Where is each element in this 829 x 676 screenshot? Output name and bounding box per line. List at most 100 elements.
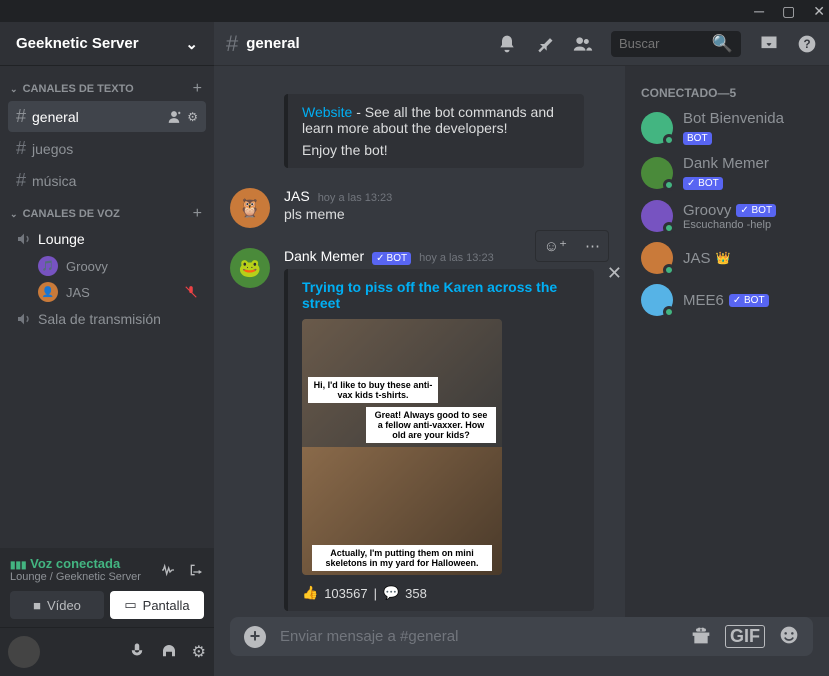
gift-icon[interactable] bbox=[691, 625, 711, 648]
avatar[interactable]: 🦉 bbox=[230, 188, 270, 228]
status-indicator bbox=[663, 306, 675, 318]
category-header-text[interactable]: ⌄ CANALES DE TEXTO + bbox=[8, 72, 206, 100]
window-maximize[interactable]: ▢ bbox=[782, 3, 795, 20]
avatar bbox=[641, 200, 673, 232]
avatar bbox=[641, 157, 673, 189]
disconnect-icon[interactable] bbox=[188, 562, 204, 578]
add-channel-button[interactable]: + bbox=[193, 205, 202, 223]
status-indicator bbox=[663, 134, 675, 146]
gear-icon[interactable]: ⚙ bbox=[192, 642, 206, 662]
search-icon: 🔍 bbox=[712, 34, 733, 54]
voice-connected-status: ▮▮▮ Voz conectada bbox=[10, 556, 141, 571]
avatar[interactable] bbox=[8, 636, 40, 668]
website-link[interactable]: Website bbox=[302, 104, 352, 120]
user-panel: ⚙ bbox=[0, 628, 214, 676]
message: Website - See all the bot commands and l… bbox=[214, 86, 625, 172]
speaker-icon bbox=[16, 231, 32, 247]
members-icon[interactable] bbox=[573, 34, 593, 54]
window-close[interactable]: ✕ bbox=[813, 3, 825, 20]
member-row[interactable]: Groovy ✓ BOT Escuchando -help bbox=[633, 196, 821, 236]
member-name: MEE6 ✓ BOT bbox=[683, 292, 769, 309]
help-icon[interactable]: ? bbox=[797, 34, 817, 54]
hash-icon: # bbox=[16, 106, 26, 127]
chevron-down-icon: ⌄ bbox=[185, 35, 198, 53]
create-invite-icon[interactable] bbox=[167, 110, 181, 124]
channel-general[interactable]: # general ⚙ bbox=[8, 101, 206, 132]
voice-status-panel: ▮▮▮ Voz conectada Lounge / Geeknetic Ser… bbox=[0, 548, 214, 628]
avatar: 👤 bbox=[38, 282, 58, 302]
bot-badge: ✓ BOT bbox=[372, 252, 411, 265]
add-reaction-icon[interactable]: ☺⁺ bbox=[538, 233, 573, 259]
member-activity: Escuchando -help bbox=[683, 219, 776, 231]
channel-musica[interactable]: # música bbox=[8, 165, 206, 196]
close-icon[interactable]: ✕ bbox=[607, 263, 622, 284]
video-button[interactable]: ■ Vídeo bbox=[10, 591, 104, 619]
embed: Website - See all the bot commands and l… bbox=[284, 94, 584, 168]
avatar[interactable]: 🐸 bbox=[230, 248, 270, 288]
channel-name: general bbox=[246, 35, 299, 52]
channels-sidebar: Geeknetic Server ⌄ ⌄ CANALES DE TEXTO + … bbox=[0, 22, 214, 676]
member-row[interactable]: MEE6 ✓ BOT bbox=[633, 280, 821, 320]
channel-list: ⌄ CANALES DE TEXTO + # general ⚙ # juego… bbox=[0, 66, 214, 548]
member-row[interactable]: Dank Memer ✓ BOT bbox=[633, 151, 821, 194]
message-timestamp: hoy a las 13:23 bbox=[318, 192, 393, 204]
attach-button[interactable]: + bbox=[244, 626, 266, 648]
message: ☺⁺ ⋯ 🐸 Dank Memer ✓ BOT hoy a las 13:23 … bbox=[214, 244, 625, 615]
screen-share-button[interactable]: ▭ Pantalla bbox=[110, 591, 204, 619]
gif-button[interactable]: GIF bbox=[725, 625, 765, 648]
chevron-down-icon: ⌄ bbox=[10, 84, 18, 94]
chevron-down-icon: ⌄ bbox=[10, 209, 18, 219]
window-titlebar: ─ ▢ ✕ bbox=[0, 0, 829, 22]
window-minimize[interactable]: ─ bbox=[754, 3, 764, 19]
status-indicator bbox=[663, 179, 675, 191]
status-indicator bbox=[663, 222, 675, 234]
bot-badge: ✓ BOT bbox=[683, 177, 723, 190]
search-input[interactable] bbox=[619, 36, 712, 51]
message: 🦉 JAS hoy a las 13:23 pls meme bbox=[214, 184, 625, 232]
message-text: pls meme bbox=[284, 206, 609, 222]
message-author[interactable]: Dank Memer bbox=[284, 248, 364, 264]
headphones-icon[interactable] bbox=[160, 642, 178, 662]
inbox-icon[interactable] bbox=[759, 34, 779, 54]
members-sidebar: CONECTADO—5 Bot Bienvenida BOT Dank Meme… bbox=[625, 66, 829, 617]
category-header-voice[interactable]: ⌄ CANALES DE VOZ + bbox=[8, 197, 206, 225]
status-indicator bbox=[663, 264, 675, 276]
server-header[interactable]: Geeknetic Server ⌄ bbox=[0, 22, 214, 66]
comment-icon: 💬 bbox=[383, 585, 399, 601]
member-row[interactable]: Bot Bienvenida BOT bbox=[633, 106, 821, 149]
message-timestamp: hoy a las 13:23 bbox=[419, 252, 494, 264]
main-content: # general 🔍 ? Website - See all the bot … bbox=[214, 22, 829, 676]
message-input-box[interactable]: + GIF bbox=[230, 617, 813, 656]
voice-user-groovy[interactable]: 🎵 Groovy bbox=[8, 253, 206, 279]
bot-badge: BOT bbox=[683, 132, 712, 145]
member-name: Bot Bienvenida BOT bbox=[683, 110, 813, 145]
embed-title[interactable]: Trying to piss off the Karen across the … bbox=[302, 279, 580, 311]
voice-channel-sala[interactable]: Sala de transmisión bbox=[8, 306, 206, 332]
upvote-icon: 👍 bbox=[302, 585, 318, 601]
voice-channel-lounge[interactable]: Lounge bbox=[8, 226, 206, 252]
message-input[interactable] bbox=[280, 628, 677, 645]
screen-icon: ▭ bbox=[124, 597, 136, 613]
pin-icon[interactable] bbox=[535, 34, 555, 54]
voice-user-jas[interactable]: 👤 JAS bbox=[8, 279, 206, 305]
embed-image[interactable]: Hi, I'd like to buy these anti-vax kids … bbox=[302, 319, 502, 575]
noise-suppression-icon[interactable] bbox=[160, 562, 176, 578]
member-row[interactable]: JAS 👑 bbox=[633, 238, 821, 278]
add-channel-button[interactable]: + bbox=[193, 80, 202, 98]
emoji-icon[interactable] bbox=[779, 625, 799, 648]
hash-icon: # bbox=[226, 31, 238, 57]
bot-badge: ✓ BOT bbox=[736, 204, 776, 217]
mic-icon[interactable] bbox=[128, 642, 146, 662]
hash-icon: # bbox=[16, 138, 26, 159]
member-name: Dank Memer ✓ BOT bbox=[683, 155, 813, 190]
member-name: JAS 👑 bbox=[683, 250, 730, 267]
more-icon[interactable]: ⋯ bbox=[579, 233, 606, 259]
gear-icon[interactable]: ⚙ bbox=[187, 110, 198, 124]
channel-juegos[interactable]: # juegos bbox=[8, 133, 206, 164]
message-author[interactable]: JAS bbox=[284, 188, 310, 204]
camera-icon: ■ bbox=[33, 598, 41, 613]
search-box[interactable]: 🔍 bbox=[611, 31, 741, 57]
bell-icon[interactable] bbox=[497, 34, 517, 54]
server-name: Geeknetic Server bbox=[16, 35, 139, 52]
message-input-area: + GIF bbox=[214, 617, 829, 676]
